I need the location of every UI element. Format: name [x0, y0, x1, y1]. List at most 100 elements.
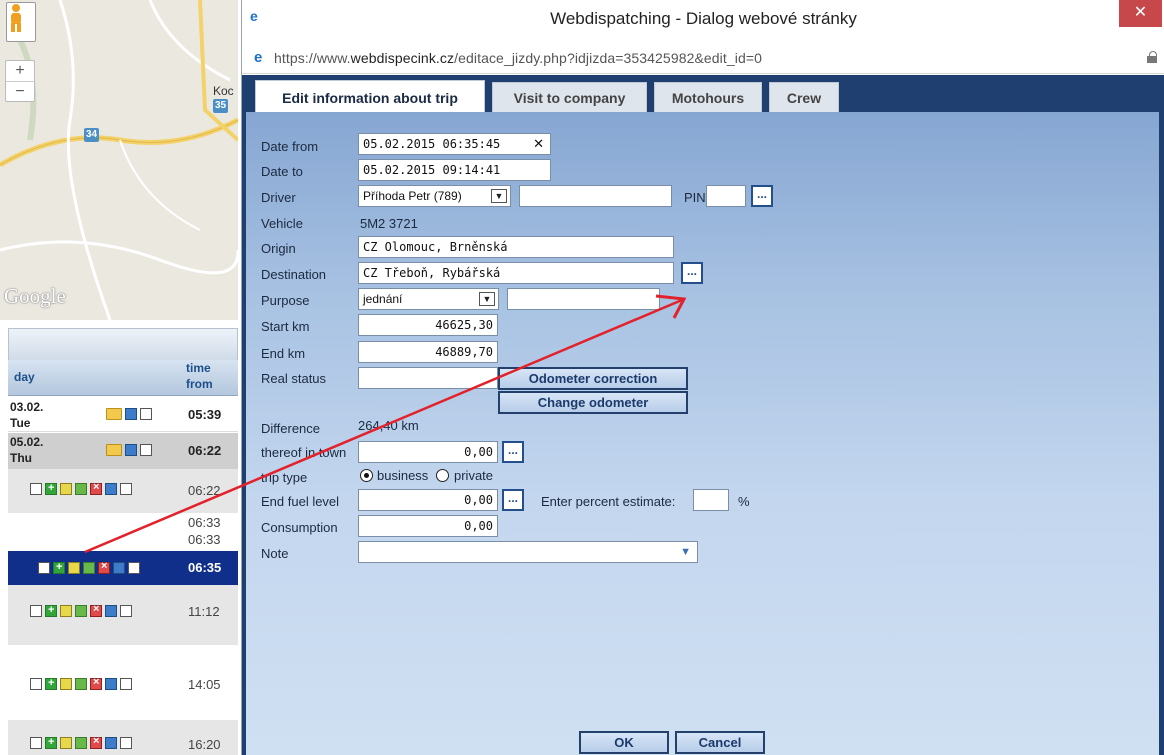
purpose-label: Purpose	[261, 293, 310, 308]
road-35-sign: 35	[213, 99, 229, 113]
trip-row-selected[interactable]: 06:35	[8, 551, 238, 585]
open-folder-icon[interactable]	[106, 444, 122, 456]
trip-row-icons	[38, 560, 140, 574]
fuel-label: End fuel level	[261, 494, 340, 509]
select-checkbox[interactable]	[30, 605, 42, 617]
origin-input[interactable]: CZ Olomouc, Brněnská	[358, 236, 674, 258]
document-icon[interactable]	[125, 444, 137, 456]
driver-lookup-button[interactable]: ...	[751, 185, 773, 207]
add-icon[interactable]	[53, 561, 65, 574]
odometer-correction-button[interactable]: Odometer correction	[498, 367, 688, 390]
add-icon[interactable]	[45, 482, 57, 495]
day-row[interactable]: 03.02. Tue 05:39	[8, 398, 238, 432]
driver-extra-input[interactable]	[519, 185, 672, 207]
change-odometer-button[interactable]: Change odometer	[498, 391, 688, 414]
trip-row[interactable]: 16:20	[8, 720, 238, 755]
stop-row: 06:33 06:33	[8, 513, 238, 551]
select-checkbox[interactable]	[30, 737, 42, 749]
destination-lookup-button[interactable]: ...	[681, 262, 703, 284]
tab-edit-trip[interactable]: Edit information about trip	[255, 80, 485, 114]
select-checkbox[interactable]	[30, 678, 42, 690]
map-view[interactable]: + − Koc 35 34 Google	[0, 0, 238, 320]
edit-pencil-icon[interactable]	[60, 737, 72, 749]
trip-row[interactable]: 06:22	[8, 469, 238, 513]
trip-business-radio[interactable]	[360, 469, 373, 482]
consumption-input[interactable]: 0,00	[358, 515, 498, 537]
percent-input[interactable]	[693, 489, 729, 511]
zoom-in-button[interactable]: +	[6, 61, 34, 81]
trip-time: 16:20	[188, 737, 221, 752]
delete-icon[interactable]	[90, 603, 102, 617]
ok-button[interactable]: OK	[579, 731, 669, 754]
driver-select[interactable]: Příhoda Petr (789) ▼	[358, 185, 511, 207]
day-row-icons	[106, 408, 152, 420]
tab-crew[interactable]: Crew	[769, 82, 839, 114]
split-icon[interactable]	[75, 678, 87, 690]
select-checkbox[interactable]	[30, 483, 42, 495]
destination-input[interactable]: CZ Třeboň, Rybářská	[358, 262, 674, 284]
edit-pencil-icon[interactable]	[60, 678, 72, 690]
split-icon[interactable]	[75, 605, 87, 617]
delete-icon[interactable]	[90, 481, 102, 495]
document-icon[interactable]	[105, 483, 117, 495]
folder-icon[interactable]	[106, 408, 122, 420]
page-search-icon[interactable]	[120, 483, 132, 495]
page-search-icon[interactable]	[120, 605, 132, 617]
date-to-input[interactable]: 05.02.2015 09:14:41	[358, 159, 551, 181]
split-icon[interactable]	[75, 483, 87, 495]
pin-input[interactable]	[706, 185, 746, 207]
add-icon[interactable]	[45, 604, 57, 617]
trip-time: 06:22	[188, 483, 221, 498]
page-search-icon[interactable]	[128, 562, 140, 574]
in-town-lookup-button[interactable]: ...	[502, 441, 524, 463]
zoom-out-button[interactable]: −	[6, 81, 34, 101]
document-icon[interactable]	[113, 562, 125, 574]
page-search-icon[interactable]	[120, 737, 132, 749]
fuel-input[interactable]: 0,00	[358, 489, 498, 511]
close-button[interactable]: ✕	[1119, 0, 1162, 27]
trip-row[interactable]: 14:05	[8, 645, 238, 720]
page-search-icon[interactable]	[140, 444, 152, 456]
start-km-input[interactable]: 46625,30	[358, 314, 498, 336]
tab-visit-company[interactable]: Visit to company	[492, 82, 647, 114]
map-town-label: Koc	[213, 84, 234, 98]
day-row[interactable]: 05.02. Thu 06:22	[8, 433, 238, 469]
street-view-pegman-icon[interactable]	[6, 2, 36, 42]
document-icon[interactable]	[105, 605, 117, 617]
google-logo: Google	[4, 284, 66, 308]
edit-pencil-icon[interactable]	[60, 605, 72, 617]
trip-row[interactable]: 11:12	[8, 585, 238, 645]
in-town-input[interactable]: 0,00	[358, 441, 498, 463]
list-header: day time from	[8, 360, 238, 396]
add-icon[interactable]	[45, 677, 57, 690]
purpose-select[interactable]: jednání ▼	[358, 288, 499, 310]
add-icon[interactable]	[45, 736, 57, 749]
fuel-lookup-button[interactable]: ...	[502, 489, 524, 511]
document-icon[interactable]	[105, 678, 117, 690]
cancel-button[interactable]: Cancel	[675, 731, 765, 754]
page-search-icon[interactable]	[120, 678, 132, 690]
split-icon[interactable]	[75, 737, 87, 749]
real-status-input[interactable]	[358, 367, 498, 389]
page-search-icon[interactable]	[140, 408, 152, 420]
edit-pencil-icon[interactable]	[60, 483, 72, 495]
end-km-input[interactable]: 46889,70	[358, 341, 498, 363]
trip-type-label: trip type	[261, 470, 308, 485]
edit-pencil-icon[interactable]	[68, 562, 80, 574]
date-from-input[interactable]: 05.02.2015 06:35:45 ✕	[358, 133, 551, 155]
delete-icon[interactable]	[98, 560, 110, 574]
select-checkbox[interactable]	[38, 562, 50, 574]
delete-icon[interactable]	[90, 735, 102, 749]
document-icon[interactable]	[125, 408, 137, 420]
trip-private-radio[interactable]	[436, 469, 449, 482]
title-bar[interactable]: e Webdispatching - Dialog webové stránky…	[242, 0, 1164, 44]
document-icon[interactable]	[105, 737, 117, 749]
purpose-extra-input[interactable]	[507, 288, 660, 310]
url-text: https://www.webdispecink.cz/editace_jizd…	[274, 50, 763, 66]
ie-page-icon: e	[254, 49, 263, 66]
clear-icon[interactable]: ✕	[533, 134, 544, 154]
tab-motohours[interactable]: Motohours	[654, 82, 762, 114]
delete-icon[interactable]	[90, 676, 102, 690]
note-select[interactable]: ▼	[358, 541, 698, 563]
split-icon[interactable]	[83, 562, 95, 574]
